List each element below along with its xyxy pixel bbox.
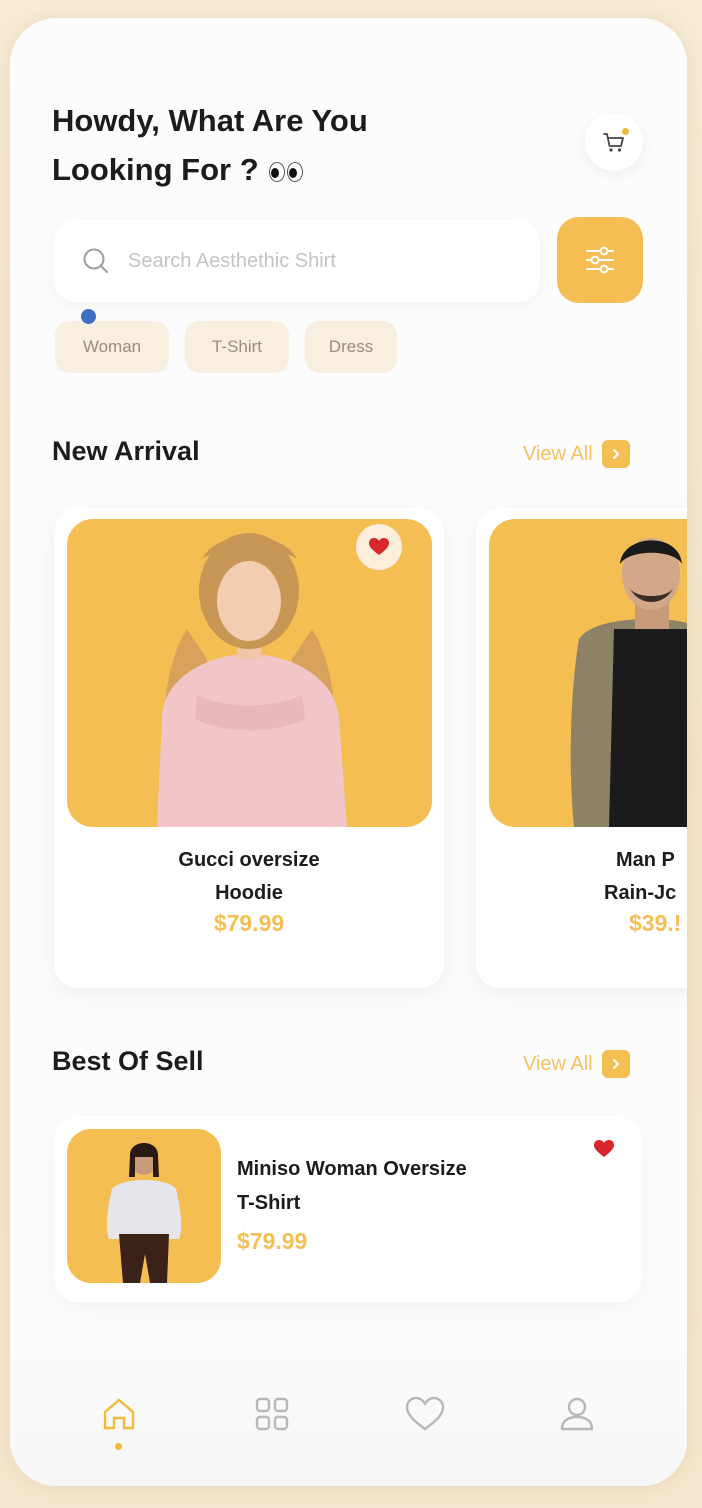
nav-categories[interactable] [252,1394,292,1434]
favorite-button[interactable] [594,1140,614,1163]
view-all-label: View All [523,1052,593,1075]
best-of-sell-title: Best Of Sell [52,1046,204,1076]
sliders-icon [586,246,614,274]
greeting-heading: Howdy, What Are You Looking For ? [52,96,472,196]
nav-home[interactable] [99,1394,139,1434]
product-name-line-1: Man P [616,849,675,871]
home-icon [103,1398,135,1430]
eyes-emoji-icon [268,147,305,196]
product-price: $79.99 [237,1228,308,1254]
product-name-line-2: Hoodie [215,882,283,904]
selected-indicator-dot [81,309,96,324]
product-name: Man P Rain-Jc [604,844,687,910]
heart-icon [405,1396,445,1431]
product-name-line-2: T-Shirt [237,1192,301,1214]
new-arrival-view-all[interactable]: View All [523,440,630,468]
nav-profile[interactable] [557,1394,597,1434]
heart-icon [369,538,389,555]
product-name: Miniso Woman Oversize T-Shirt [237,1152,537,1220]
product-name-line-1: Gucci oversize [178,849,320,871]
filter-button[interactable] [557,217,643,303]
new-arrival-title: New Arrival [52,436,200,466]
greeting-line-2: Looking For ? [52,145,472,196]
best-seller-item[interactable]: Miniso Woman Oversize T-Shirt $79.99 [54,1116,642,1302]
greeting-line-1: Howdy, What Are You [52,103,368,138]
chevron-right-icon [601,440,630,468]
chip-t-shirt[interactable]: T-Shirt [185,321,289,373]
greeting-line-2-text: Looking For ? [52,152,259,187]
nav-favorites[interactable] [405,1394,445,1434]
search-bar[interactable] [54,220,540,302]
product-card[interactable]: Man P Rain-Jc $39.! [476,508,687,988]
product-price: $79.99 [213,910,285,936]
product-name: Gucci oversize Hoodie [54,844,444,910]
product-card[interactable]: Gucci oversize Hoodie $79.99 [54,508,444,988]
chip-dress[interactable]: Dress [305,321,397,373]
chip-woman[interactable]: Woman [55,321,169,373]
bottom-navigation [10,1348,687,1486]
app-screen: Howdy, What Are You Looking For ? Search… [10,18,687,1486]
cart-notification-dot [622,128,629,135]
search-icon [83,248,108,273]
product-name-line-2: Rain-Jc [604,882,677,904]
search-input[interactable] [126,248,510,274]
cart-button[interactable] [585,113,643,171]
category-chips: Woman T-Shirt Dress [55,321,397,373]
product-image [489,519,687,827]
grid-icon [255,1397,289,1431]
best-of-sell-view-all[interactable]: View All [523,1050,630,1078]
heart-icon [594,1140,614,1157]
favorite-button[interactable] [356,524,402,570]
chevron-right-icon [601,1050,630,1078]
product-price: $39.! [629,910,682,936]
product-name-line-1: Miniso Woman Oversize [237,1158,467,1180]
profile-icon [560,1397,594,1431]
active-nav-dot [115,1443,122,1450]
view-all-label: View All [523,442,593,465]
product-image [67,1129,221,1283]
